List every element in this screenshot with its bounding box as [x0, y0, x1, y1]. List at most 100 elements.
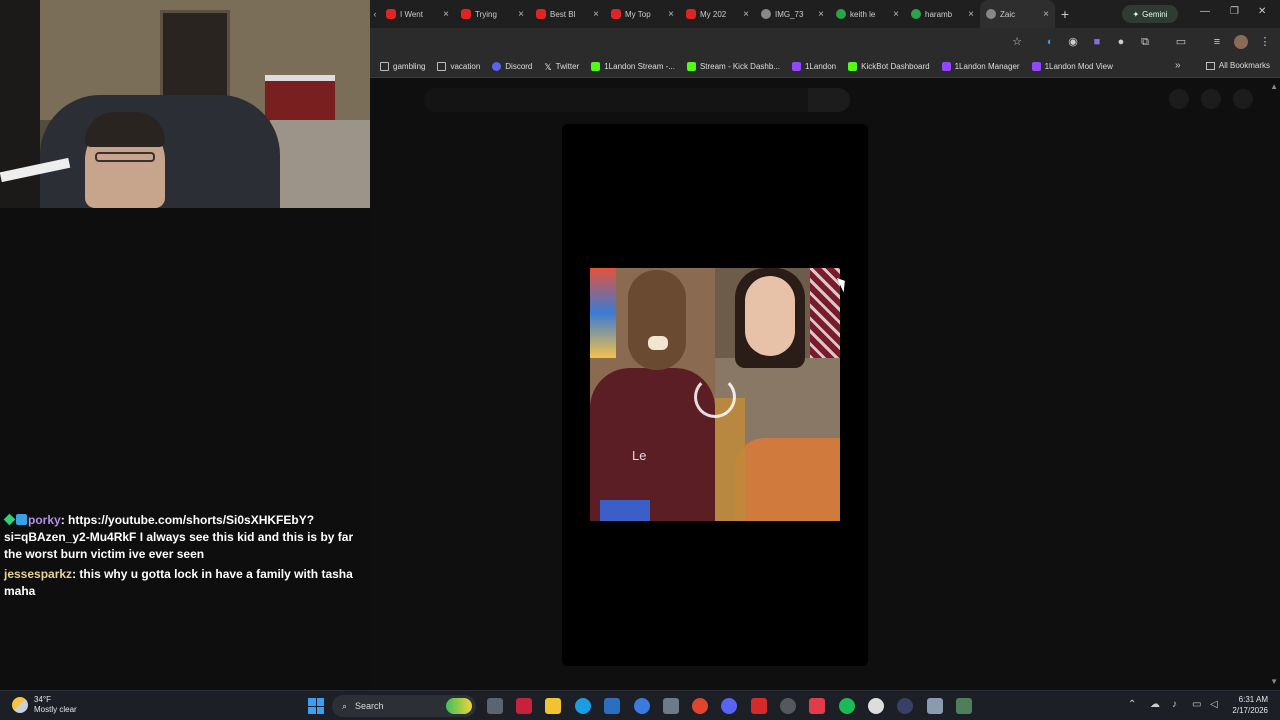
- video-player[interactable]: Le: [562, 124, 868, 666]
- tab-scroll-left-icon[interactable]: ‹: [370, 9, 380, 19]
- close-icon[interactable]: ×: [1043, 9, 1049, 20]
- app-icon[interactable]: [634, 698, 650, 714]
- chrome-icon[interactable]: [692, 698, 708, 714]
- obs-icon[interactable]: [751, 698, 767, 714]
- page-search-input[interactable]: [424, 88, 808, 112]
- web-icon: [761, 9, 771, 19]
- bookmark-label: 1Landon Stream -...: [604, 62, 675, 71]
- bookmark-label: 1Landon Manager: [954, 62, 1020, 71]
- folder-icon: [1205, 61, 1215, 70]
- tab-8[interactable]: haramb ×: [905, 0, 980, 28]
- chat-overlay: porky: https://youtube.com/shorts/Si0sXH…: [3, 512, 366, 603]
- bookmark-vacation[interactable]: vacation: [437, 62, 480, 71]
- bookmarks-more-icon[interactable]: »: [1175, 60, 1181, 71]
- task-view-icon[interactable]: [487, 698, 503, 714]
- spotify-icon[interactable]: [839, 698, 855, 714]
- account-avatar[interactable]: [1233, 89, 1253, 109]
- bookmark-discord[interactable]: Discord: [492, 62, 532, 71]
- menu-icon[interactable]: ⋮: [1258, 35, 1272, 49]
- extension-icon[interactable]: ◉: [1066, 35, 1080, 49]
- window-close-icon[interactable]: ✕: [1258, 6, 1266, 17]
- tab-4[interactable]: My Top ×: [605, 0, 680, 28]
- app-icon[interactable]: [809, 698, 825, 714]
- edge-icon[interactable]: [575, 698, 591, 714]
- scroll-up-icon[interactable]: ▲: [1270, 82, 1278, 91]
- tab-6[interactable]: IMG_73 ×: [755, 0, 830, 28]
- badge-icon: [16, 514, 27, 525]
- chat-separator: :: [72, 567, 77, 581]
- app-icon[interactable]: [897, 698, 913, 714]
- bookmark-manager[interactable]: 1Landon Manager: [941, 62, 1020, 71]
- tab-label: I Went: [400, 9, 423, 19]
- pillow: [735, 438, 840, 521]
- weather-widget[interactable]: 34°F Mostly clear: [12, 695, 77, 715]
- chat-message: jessesparkz: this why u gotta lock in ha…: [4, 566, 366, 600]
- bookmark-mod-view[interactable]: 1Landon Mod View: [1031, 62, 1113, 71]
- scroll-down-icon[interactable]: ▼: [1270, 677, 1278, 686]
- app-icon[interactable]: [927, 698, 943, 714]
- page-search-button[interactable]: [808, 88, 850, 112]
- weather-desc: Mostly clear: [34, 705, 77, 714]
- restore-icon[interactable]: ❐: [1230, 6, 1239, 17]
- loading-spinner-icon: [694, 376, 736, 418]
- bookmark-1landon[interactable]: 1Landon: [791, 62, 836, 71]
- store-icon[interactable]: [604, 698, 620, 714]
- weather-text: 34°F Mostly clear: [34, 695, 77, 715]
- extension-icon[interactable]: ◖: [1042, 35, 1056, 49]
- close-icon[interactable]: ×: [893, 9, 899, 20]
- close-icon[interactable]: ×: [968, 9, 974, 20]
- close-icon[interactable]: ×: [443, 9, 449, 20]
- file-explorer-icon[interactable]: [545, 698, 561, 714]
- clock[interactable]: 6:31 AM 2/17/2026: [1232, 694, 1268, 716]
- bookmark-twitter[interactable]: 𝕏 Twitter: [544, 62, 580, 72]
- notifications-icon[interactable]: [1201, 89, 1221, 109]
- youtube-icon: [461, 9, 471, 19]
- tab-2[interactable]: Trying ×: [455, 0, 530, 28]
- discord-icon[interactable]: [721, 698, 737, 714]
- bookmark-kickbot[interactable]: KickBot Dashboard: [848, 62, 930, 71]
- cast-icon[interactable]: ▭: [1174, 35, 1188, 49]
- app-icon[interactable]: [868, 698, 884, 714]
- tab-1[interactable]: I Went ×: [380, 0, 455, 28]
- bookmark-kick-dashboard[interactable]: Stream - Kick Dashb...: [686, 62, 780, 71]
- shield-icon[interactable]: ■: [1090, 35, 1104, 49]
- bookmark-label: Twitter: [555, 62, 580, 71]
- star-icon[interactable]: ☆: [1010, 35, 1024, 49]
- microphone-icon[interactable]: ♪: [1172, 699, 1177, 710]
- tab-7[interactable]: keith le ×: [830, 0, 905, 28]
- close-icon[interactable]: ×: [593, 9, 599, 20]
- close-icon[interactable]: ×: [818, 9, 824, 20]
- chevron-up-icon[interactable]: ⌃: [1128, 699, 1136, 710]
- minimize-icon[interactable]: —: [1200, 6, 1210, 17]
- win-tile: [316, 698, 324, 706]
- all-bookmarks-button[interactable]: All Bookmarks: [1205, 61, 1270, 70]
- app-icon[interactable]: [780, 698, 796, 714]
- volume-icon[interactable]: ◁: [1210, 699, 1218, 710]
- extension-icon[interactable]: ●: [1114, 35, 1128, 49]
- taskbar-search[interactable]: ⌕ Search: [332, 695, 476, 717]
- settings-icon[interactable]: [663, 698, 679, 714]
- bookmark-gambling[interactable]: gambling: [380, 62, 425, 71]
- new-tab-button[interactable]: +: [1055, 6, 1075, 22]
- profile-avatar[interactable]: [1234, 35, 1248, 49]
- close-icon[interactable]: ×: [743, 9, 749, 20]
- chat-username: jessesparkz: [4, 567, 73, 581]
- cloud-icon[interactable]: ☁: [1150, 699, 1160, 710]
- network-icon[interactable]: ▭: [1192, 699, 1201, 710]
- tab-3[interactable]: Best Bl ×: [530, 0, 605, 28]
- media-icon[interactable]: ≡: [1210, 35, 1224, 49]
- tab-9-active[interactable]: Zaic ×: [980, 0, 1055, 28]
- start-button[interactable]: [308, 698, 324, 714]
- calculator-icon[interactable]: [956, 698, 972, 714]
- bookmark-1landon-stream[interactable]: 1Landon Stream -...: [591, 62, 675, 71]
- puzzle-icon[interactable]: ⧉: [1138, 35, 1152, 49]
- create-icon[interactable]: [1169, 89, 1189, 109]
- close-icon[interactable]: ×: [668, 9, 674, 20]
- gemini-button[interactable]: ✦ Gemini: [1122, 5, 1178, 23]
- tab-5[interactable]: My 202 ×: [680, 0, 755, 28]
- close-icon[interactable]: ×: [518, 9, 524, 20]
- app-icon[interactable]: [516, 698, 532, 714]
- video-frame[interactable]: Le: [590, 268, 840, 521]
- clock-date: 2/17/2026: [1232, 706, 1268, 715]
- gemini-label: Gemini: [1142, 9, 1168, 19]
